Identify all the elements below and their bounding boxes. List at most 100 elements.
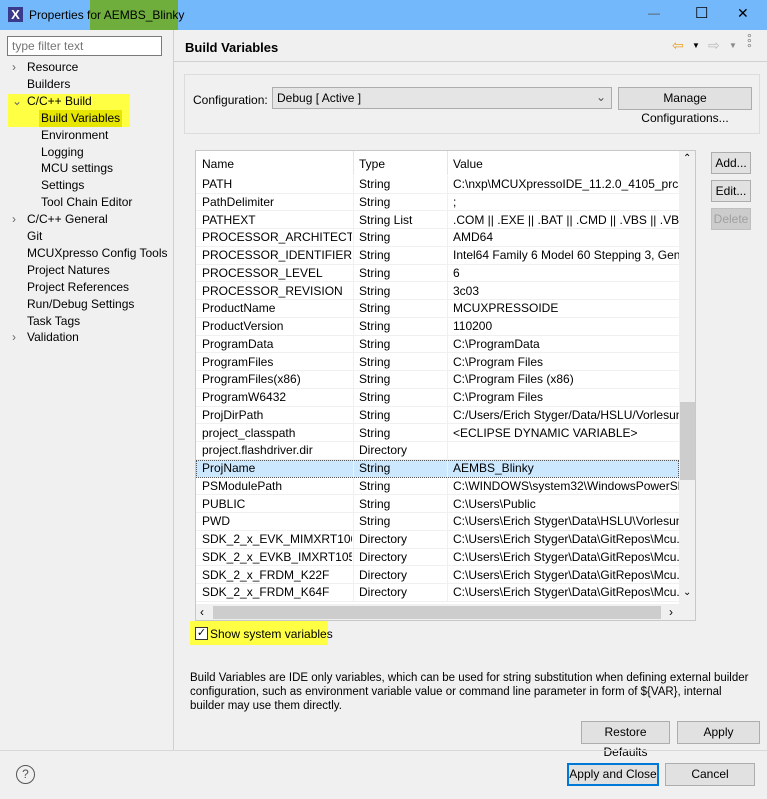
- column-divider: [353, 584, 354, 603]
- chevron-right-icon[interactable]: ›: [12, 211, 27, 228]
- chevron-down-icon[interactable]: ⌄: [12, 93, 27, 110]
- table-row[interactable]: ProductName String MCUXPRESSOIDE: [196, 300, 679, 319]
- sidebar-item[interactable]: Task Tags: [12, 313, 80, 330]
- sidebar-item-label: Settings: [41, 178, 85, 193]
- column-divider: [447, 247, 448, 265]
- header-divider: [174, 61, 767, 62]
- table-row[interactable]: PROCESSOR_ARCHITECTURE String AMD64: [196, 229, 679, 248]
- sidebar-item[interactable]: Project Natures: [12, 262, 110, 279]
- vertical-scrollbar[interactable]: ⌃ ⌄: [679, 151, 695, 604]
- minimize-button[interactable]: —: [648, 6, 660, 20]
- column-header-value[interactable]: Value: [453, 151, 483, 177]
- table-row[interactable]: SDK_2_x_EVK_MIMXRT1064 Directory C:\Users\…: [196, 531, 679, 549]
- column-divider: [447, 406, 448, 425]
- sidebar-item[interactable]: MCU settings: [41, 160, 113, 177]
- column-divider: [353, 371, 354, 390]
- column-divider: [447, 264, 448, 283]
- table-row[interactable]: PUBLIC String C:\Users\Public: [196, 495, 679, 514]
- sidebar-item[interactable]: Logging: [41, 144, 84, 161]
- sidebar-item[interactable]: Run/Debug Settings: [12, 296, 134, 313]
- sidebar-item[interactable]: MCUXpresso Config Tools: [12, 245, 168, 262]
- sidebar-item[interactable]: Project References: [12, 279, 129, 296]
- table-row[interactable]: ProgramData String C:\ProgramData: [196, 335, 679, 354]
- sidebar-item[interactable]: › C/C++ General: [12, 211, 108, 228]
- cell-name: ProjDirPath: [202, 407, 264, 422]
- sidebar-item[interactable]: Settings: [41, 177, 84, 194]
- table-row[interactable]: PROCESSOR_REVISION String 3c03: [196, 282, 679, 301]
- table-row[interactable]: PROCESSOR_LEVEL String 6: [196, 264, 679, 283]
- column-divider: [353, 406, 354, 425]
- column-divider: [447, 460, 448, 478]
- sidebar-item-label: MCUXpresso Config Tools: [27, 245, 168, 260]
- apply-button[interactable]: Apply: [677, 721, 760, 744]
- cell-name: project.flashdriver.dir: [202, 443, 313, 458]
- table-row[interactable]: PROCESSOR_IDENTIFIER String Intel64 Family…: [196, 247, 679, 265]
- table-row[interactable]: ProductVersion String 110200: [196, 318, 679, 336]
- table-row[interactable]: ProjName String AEMBS_Blinky: [196, 460, 679, 478]
- table-row[interactable]: ProgramFiles String C:\Program Files: [196, 353, 679, 372]
- table-row[interactable]: SDK_2_x_FRDM_K22F Directory C:\Users\Erich…: [196, 566, 679, 585]
- chevron-right-icon[interactable]: ›: [12, 329, 27, 346]
- table-row[interactable]: project_classpath String <ECLIPSE DYNAMIC …: [196, 424, 679, 443]
- cell-name: PUBLIC: [202, 496, 246, 511]
- table-row[interactable]: PWD String C:\Users\Erich Styger\Data\HSLU…: [196, 513, 679, 532]
- horizontal-scroll-thumb[interactable]: [213, 606, 661, 619]
- add-button[interactable]: Add...: [711, 152, 751, 174]
- close-button[interactable]: ✕: [737, 5, 749, 22]
- sidebar-item[interactable]: › Resource: [12, 59, 78, 76]
- sidebar-item[interactable]: Environment: [41, 127, 108, 144]
- back-dropdown-icon[interactable]: ▼: [692, 41, 700, 50]
- apply-and-close-button[interactable]: Apply and Close: [567, 763, 659, 786]
- table-row[interactable]: SDK_2_x_EVKB_IMXRT1050 Directory C:\Users\…: [196, 548, 679, 567]
- cell-type: Directory: [359, 549, 408, 564]
- table-row[interactable]: PATH String C:\nxp\MCUXpressoIDE_11.2.0_41…: [196, 176, 679, 194]
- sidebar-item[interactable]: Builders: [12, 76, 70, 93]
- scroll-right-icon[interactable]: ›: [669, 605, 673, 619]
- table-row[interactable]: PSModulePath String C:\WINDOWS\system32\Wi…: [196, 477, 679, 496]
- table-row[interactable]: PathDelimiter String;: [196, 193, 679, 212]
- column-header-type[interactable]: Type: [359, 151, 385, 177]
- cell-name: ProductName: [202, 301, 276, 316]
- sidebar-item-label: Git: [27, 229, 43, 243]
- show-system-label[interactable]: Show system variables: [210, 627, 333, 641]
- table-row[interactable]: SDK_2_x_FRDM_K64F Directory C:\Users\Erich…: [196, 584, 679, 603]
- cell-value: C:\Users\Erich Styger\Data\GitRepos\Mcu.…: [453, 567, 679, 582]
- title-prefix: Properties for: [29, 8, 104, 22]
- forward-icon[interactable]: ⇨: [708, 37, 720, 54]
- table-row[interactable]: ProjDirPath String C:/Users/Erich Styger/D…: [196, 406, 679, 425]
- horizontal-scrollbar[interactable]: ‹ ›: [196, 604, 695, 620]
- column-divider: [447, 442, 448, 461]
- sidebar-item-label: MCU settings: [41, 161, 114, 176]
- table-row[interactable]: PATHEXT String List .COM || .EXE || .BAT |…: [196, 211, 679, 230]
- scroll-up-icon[interactable]: ⌃: [683, 153, 691, 164]
- configuration-select[interactable]: Debug [ Active ] ⌄: [272, 87, 612, 109]
- forward-dropdown-icon[interactable]: ▼: [729, 41, 737, 50]
- sidebar-item[interactable]: › Validation: [12, 329, 79, 346]
- table-row[interactable]: ProgramFiles(x86) String C:\Program Files …: [196, 371, 679, 390]
- chevron-right-icon[interactable]: ›: [12, 59, 27, 76]
- table-row[interactable]: project.flashdriver.dir Directory: [196, 442, 679, 461]
- table-row[interactable]: ProgramW6432 String C:\Program Files: [196, 389, 679, 407]
- vertical-scroll-thumb[interactable]: [680, 402, 695, 480]
- cancel-button[interactable]: Cancel: [665, 763, 755, 786]
- sidebar-item[interactable]: ⌄ C/C++ Build: [12, 93, 92, 110]
- restore-defaults-button[interactable]: Restore Defaults: [581, 721, 670, 759]
- column-divider: [353, 211, 354, 230]
- scroll-left-icon[interactable]: ‹: [200, 605, 204, 619]
- column-divider: [353, 495, 354, 514]
- scroll-down-icon[interactable]: ⌄: [683, 587, 691, 598]
- cell-name: SDK_2_x_FRDM_K64F: [202, 585, 330, 600]
- sidebar-item[interactable]: Git: [12, 228, 42, 245]
- sidebar-item[interactable]: Tool Chain Editor: [41, 194, 132, 211]
- edit-button[interactable]: Edit...: [711, 180, 751, 202]
- help-icon[interactable]: ?: [16, 765, 35, 784]
- sidebar-item[interactable]: Build Variables: [39, 109, 123, 127]
- back-icon[interactable]: ⇦: [672, 37, 684, 54]
- filter-input[interactable]: [7, 36, 162, 56]
- show-system-checkbox[interactable]: ✓: [195, 627, 208, 640]
- menu-icon[interactable]: ° ° °: [747, 32, 752, 54]
- column-divider: [447, 495, 448, 514]
- manage-configurations-button[interactable]: Manage Configurations...: [618, 87, 752, 125]
- maximize-button[interactable]: ☐: [695, 4, 708, 22]
- column-header-name[interactable]: Name: [202, 151, 234, 177]
